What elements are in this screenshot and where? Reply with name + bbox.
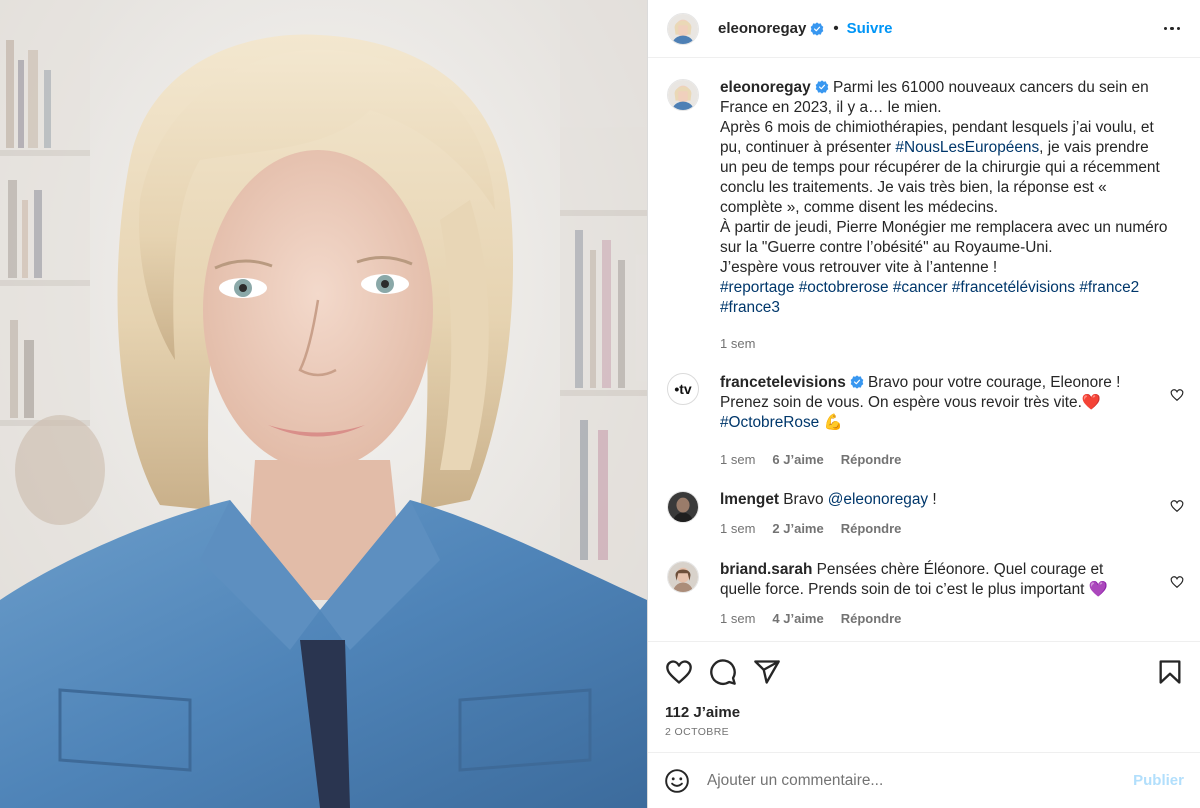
avatar[interactable] <box>667 79 699 111</box>
comment-username[interactable]: francetelevisions <box>720 374 846 391</box>
comment-heart-icon[interactable] <box>1170 499 1184 513</box>
caption-username[interactable]: eleonoregay <box>720 79 811 96</box>
reply-button[interactable]: Répondre <box>841 519 902 539</box>
mention-link[interactable]: @eleonoregay <box>828 491 928 508</box>
comment-input[interactable] <box>707 771 1134 790</box>
post-date: 2 OCTOBRE <box>665 726 730 738</box>
caption-line-4: J’espère vous retrouver vite à l’antenne… <box>720 259 998 276</box>
comment-likes[interactable]: 6 J’aime <box>772 450 823 470</box>
comments-scroll[interactable]: eleonoregay Parmi les 61000 nouveaux can… <box>648 58 1200 641</box>
publish-button[interactable]: Publier <box>1133 772 1184 789</box>
hashtag-link[interactable]: #OctobreRose <box>720 414 819 431</box>
caption-line-3: À partir de jeudi, Pierre Monégier me re… <box>720 219 1168 256</box>
author-username[interactable]: eleonoregay <box>718 20 806 37</box>
post-panel: eleonoregay • Suivre eleonoregay Parmi l… <box>647 0 1200 808</box>
avatar-image <box>668 80 698 110</box>
comment-text: francetelevisions Bravo pour votre coura… <box>720 373 1163 470</box>
likes-count[interactable]: 112 J’aime <box>665 704 1184 721</box>
verified-badge-icon <box>815 80 828 94</box>
hashtag-link[interactable]: #NousLesEuropéens <box>895 139 1039 156</box>
caption-meta: 1 sem <box>720 334 1170 354</box>
paper-plane-icon[interactable] <box>753 658 781 686</box>
heart-icon[interactable] <box>665 658 693 686</box>
comment-meta: 1 sem 2 J’aime Répondre <box>720 519 1163 539</box>
comment-body-end: ! <box>928 491 937 508</box>
avatar-image <box>668 492 698 522</box>
verified-badge-icon <box>811 21 824 36</box>
separator-dot: • <box>833 20 839 37</box>
comment-time[interactable]: 1 sem <box>720 609 755 629</box>
comment-meta: 1 sem 6 J’aime Répondre <box>720 450 1163 470</box>
action-icons <box>665 657 1184 687</box>
avatar[interactable]: •tv <box>667 373 699 405</box>
avatar[interactable] <box>667 12 699 45</box>
comment-body: Bravo <box>783 491 828 508</box>
comment-text: briand.sarah Pensées chère Éléonore. Que… <box>720 560 1120 629</box>
add-comment-bar: Publier <box>648 752 1200 808</box>
comment-username[interactable]: briand.sarah <box>720 561 812 578</box>
comment-emoji: 💪 <box>819 414 843 431</box>
post-caption: eleonoregay Parmi les 61000 nouveaux can… <box>667 78 1184 354</box>
comment-item: lmenget Bravo @eleonoregay ! 1 sem 2 J’a… <box>667 490 1184 539</box>
avatar[interactable] <box>667 491 699 523</box>
comment-time[interactable]: 1 sem <box>720 519 755 539</box>
caption-hashtags[interactable]: #reportage #octobrerose #cancer #francet… <box>720 279 1139 316</box>
portrait-image <box>0 0 647 808</box>
comment-meta: 1 sem 4 J’aime Répondre <box>720 609 1120 629</box>
more-dots-icon[interactable] <box>1160 17 1184 41</box>
comment-heart-icon[interactable] <box>1170 575 1184 589</box>
comment-icon[interactable] <box>709 658 737 686</box>
avatar-image <box>668 13 698 44</box>
comment-text: lmenget Bravo @eleonoregay ! 1 sem 2 J’a… <box>720 490 1163 539</box>
post-timestamp[interactable]: 1 sem <box>720 334 755 354</box>
comment-username[interactable]: lmenget <box>720 491 779 508</box>
reply-button[interactable]: Répondre <box>841 450 902 470</box>
smiley-icon[interactable] <box>664 768 690 794</box>
post-header: eleonoregay • Suivre <box>648 0 1200 58</box>
comment-item: •tv francetelevisions Bravo pour votre c… <box>667 373 1184 470</box>
comment-heart-icon[interactable] <box>1170 388 1184 402</box>
comment-time[interactable]: 1 sem <box>720 450 755 470</box>
avatar[interactable] <box>667 561 699 593</box>
comment-likes[interactable]: 2 J’aime <box>772 519 823 539</box>
bookmark-icon[interactable] <box>1156 658 1184 686</box>
avatar-image <box>668 562 698 592</box>
post-photo[interactable] <box>0 0 647 808</box>
follow-button[interactable]: Suivre <box>847 20 893 37</box>
post-actions: 112 J’aime 2 OCTOBRE <box>648 641 1200 752</box>
comment-item: briand.sarah Pensées chère Éléonore. Que… <box>667 560 1184 629</box>
comment-likes[interactable]: 4 J’aime <box>772 609 823 629</box>
caption-text: eleonoregay Parmi les 61000 nouveaux can… <box>720 78 1170 354</box>
reply-button[interactable]: Répondre <box>841 609 902 629</box>
verified-badge-icon <box>850 375 864 389</box>
